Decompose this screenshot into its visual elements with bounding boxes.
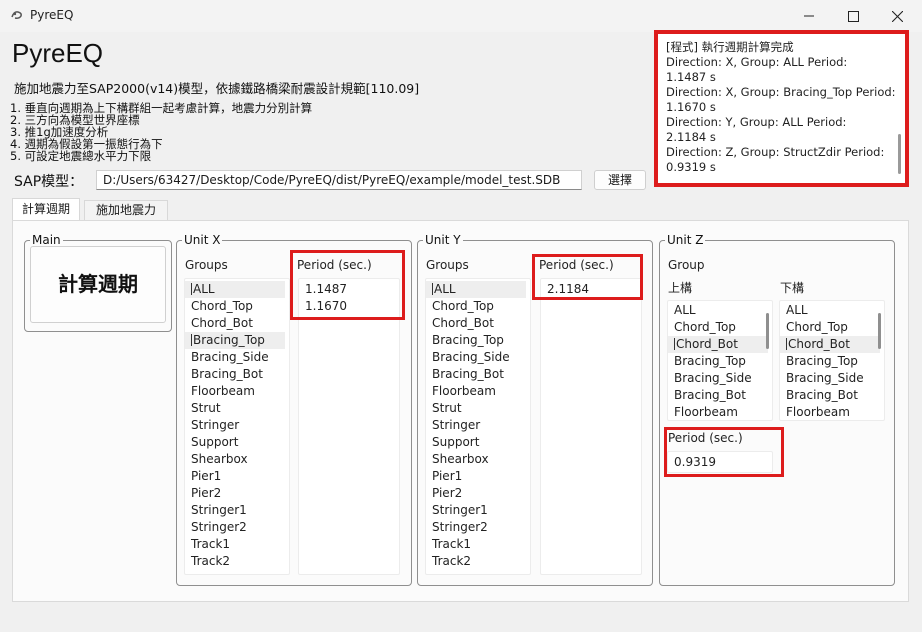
list-item[interactable]: Stringer <box>426 417 530 434</box>
list-item[interactable]: Track1 <box>426 536 530 553</box>
list-item[interactable]: Bracing_Top <box>668 353 772 370</box>
unit-y-groups-label: Groups <box>426 258 469 272</box>
list-item[interactable]: Bracing_Bot <box>426 366 530 383</box>
list-item[interactable]: Bracing_Bot <box>780 387 884 404</box>
unit-z-lower-list[interactable]: ALL Chord_Top Chord_Bot Bracing_Top Brac… <box>779 300 885 421</box>
app-title: PyreEQ <box>12 38 104 68</box>
list-item[interactable]: Stringer <box>185 417 289 434</box>
app-icon <box>11 11 22 19</box>
list-item[interactable]: Bracing_Top <box>185 332 285 349</box>
list-item[interactable]: Floorbeam <box>780 404 884 420</box>
unit-x-title: Unit X <box>182 233 223 247</box>
maximize-icon <box>847 10 859 22</box>
list-item[interactable]: Bracing_Side <box>780 370 884 387</box>
list-item[interactable]: Chord_Bot <box>668 336 768 353</box>
log-line: Direction: X, Group: Bracing_Top Period: <box>666 85 896 99</box>
list-item[interactable]: Chord_Top <box>185 298 289 315</box>
list-item[interactable]: Chord_Top <box>668 319 772 336</box>
list-item[interactable]: Strut <box>426 400 530 417</box>
list-item[interactable]: Bracing_Side <box>185 349 289 366</box>
list-item[interactable]: Support <box>185 434 289 451</box>
log-line: 1.1670 s <box>666 100 716 114</box>
tab-apply-seismic-force[interactable]: 施加地震力 <box>84 200 168 220</box>
upper-list-scrollbar[interactable] <box>766 313 769 349</box>
maximize-button[interactable] <box>830 0 876 32</box>
unit-x-groups-label: Groups <box>185 258 228 272</box>
list-item[interactable]: Pier2 <box>185 485 289 502</box>
note-item: 5. 可設定地震總水平力下限 <box>10 149 152 163</box>
list-item[interactable]: Chord_Bot <box>780 336 880 353</box>
list-item[interactable]: Chord_Top <box>426 298 530 315</box>
unit-y-period-list[interactable]: 2.1184 <box>540 278 642 575</box>
list-item[interactable]: Stringer1 <box>426 502 530 519</box>
window-title: PyreEQ <box>30 8 74 22</box>
list-item[interactable]: Track2 <box>185 553 289 570</box>
list-item[interactable]: Floorbeam <box>668 404 772 420</box>
log-line: Direction: Y, Group: ALL Period: <box>666 115 847 129</box>
log-line: [程式] 執行週期計算完成 <box>666 40 794 54</box>
lower-list-scrollbar[interactable] <box>878 313 881 349</box>
highlight-box <box>290 250 405 320</box>
sap-model-label: SAP模型： <box>14 174 84 190</box>
calculate-period-button[interactable]: 計算週期 <box>30 246 166 323</box>
list-item[interactable]: Shearbox <box>426 451 530 468</box>
list-item[interactable]: Bracing_Top <box>780 353 884 370</box>
list-item[interactable]: Stringer2 <box>426 519 530 536</box>
main-group-title: Main <box>30 233 63 247</box>
log-output[interactable]: [程式] 執行週期計算完成 Direction: X, Group: ALL P… <box>654 30 909 187</box>
list-item[interactable]: Chord_Bot <box>426 315 530 332</box>
list-item[interactable]: Bracing_Side <box>426 349 530 366</box>
list-item[interactable]: Bracing_Side <box>668 370 772 387</box>
list-item[interactable]: ALL <box>780 302 884 319</box>
unit-z-upper-label: 上構 <box>668 281 693 295</box>
unit-z-lower-label: 下構 <box>780 281 805 295</box>
unit-z-title: Unit Z <box>665 233 706 247</box>
list-item[interactable]: Bracing_Top <box>426 332 530 349</box>
log-line: Direction: Z, Group: StructZdir Period: <box>666 145 885 159</box>
app-subtitle: 施加地震力至SAP2000(v14)模型，依據鐵路橋梁耐震設計規範[110.09… <box>14 81 420 96</box>
close-button[interactable] <box>874 0 920 32</box>
unit-z-upper-list[interactable]: ALL Chord_Top Chord_Bot Bracing_Top Brac… <box>667 300 773 421</box>
select-file-button[interactable]: 選擇 <box>594 170 646 190</box>
list-item[interactable]: Bracing_Bot <box>668 387 772 404</box>
log-line: 1.1487 s <box>666 70 716 84</box>
highlight-box <box>664 427 784 477</box>
unit-x-period-list[interactable]: 1.1487 1.1670 <box>298 278 400 575</box>
close-icon <box>891 10 903 22</box>
list-item[interactable]: Pier1 <box>426 468 530 485</box>
list-item[interactable]: Stringer1 <box>185 502 289 519</box>
list-item[interactable]: Chord_Top <box>780 319 884 336</box>
list-item[interactable]: ALL <box>426 281 526 298</box>
list-item[interactable]: Chord_Bot <box>185 315 289 332</box>
unit-y-groups-list[interactable]: ALL Chord_Top Chord_Bot Bracing_Top Brac… <box>425 278 531 575</box>
unit-z-group-label: Group <box>668 258 705 272</box>
list-item[interactable]: Pier2 <box>426 485 530 502</box>
log-line: 2.1184 s <box>666 130 716 144</box>
log-line: 0.9319 s <box>666 160 716 174</box>
log-line: Direction: X, Group: ALL Period: <box>666 55 848 69</box>
unit-x-groups-list[interactable]: ALL Chord_Top Chord_Bot Bracing_Top Brac… <box>184 278 290 575</box>
list-item[interactable]: ALL <box>185 281 285 298</box>
list-item[interactable]: Support <box>426 434 530 451</box>
list-item[interactable]: Bracing_Bot <box>185 366 289 383</box>
log-scrollbar[interactable] <box>898 134 901 174</box>
unit-y-title: Unit Y <box>423 233 463 247</box>
minimize-button[interactable] <box>786 0 832 32</box>
list-item[interactable]: Track2 <box>426 553 530 570</box>
minimize-icon <box>804 15 814 17</box>
sap-model-path-field[interactable]: D:/Users/63427/Desktop/Code/PyreEQ/dist/… <box>96 170 582 190</box>
list-item[interactable]: Strut <box>185 400 289 417</box>
list-item[interactable]: Floorbeam <box>185 383 289 400</box>
highlight-box <box>532 254 643 300</box>
list-item[interactable]: Shearbox <box>185 451 289 468</box>
list-item[interactable]: Pier1 <box>185 468 289 485</box>
title-bar <box>0 0 922 32</box>
list-item[interactable]: Track1 <box>185 536 289 553</box>
list-item[interactable]: ALL <box>668 302 772 319</box>
tab-calc-period[interactable]: 計算週期 <box>12 198 80 220</box>
list-item[interactable]: Floorbeam <box>426 383 530 400</box>
list-item[interactable]: Stringer2 <box>185 519 289 536</box>
